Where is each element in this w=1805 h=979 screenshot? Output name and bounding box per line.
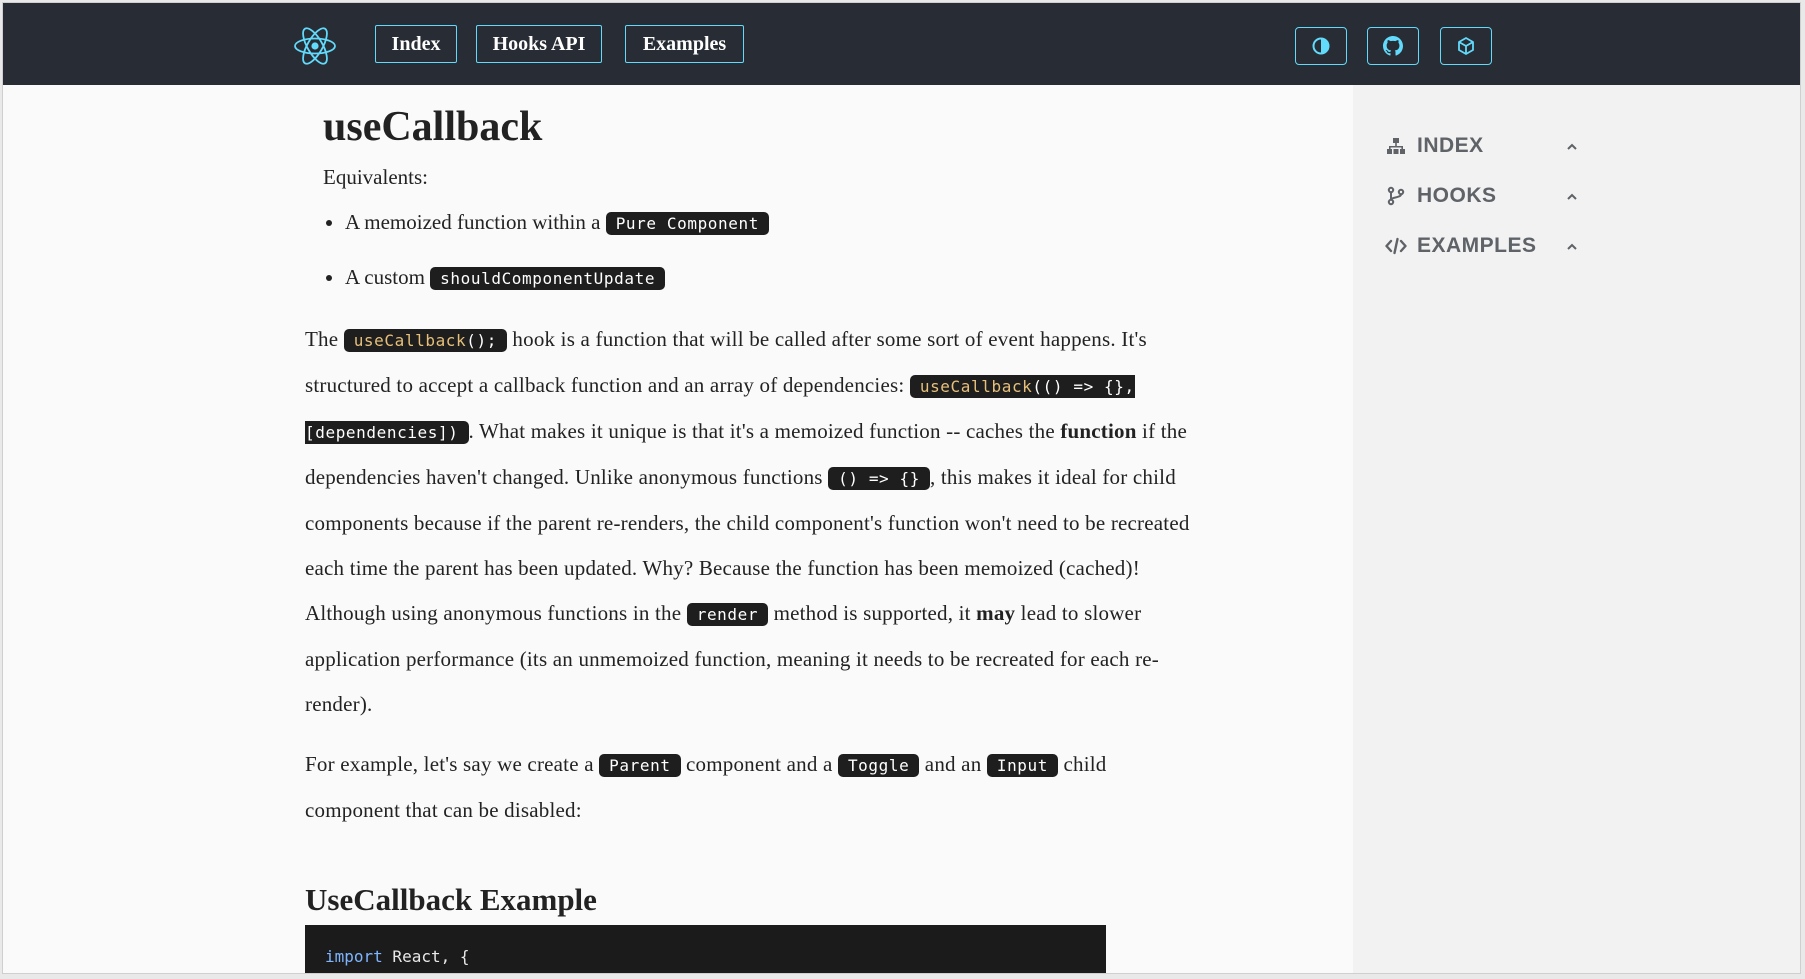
theme-toggle-icon <box>1312 37 1330 55</box>
inline-code: Input <box>986 754 1059 777</box>
react-logo-icon[interactable] <box>292 23 338 69</box>
inline-code: Parent <box>599 754 681 777</box>
example-paragraph: For example, let's say we create a Paren… <box>305 752 1107 822</box>
inline-code: render <box>686 603 769 626</box>
inline-code: useCallback(); <box>343 329 507 352</box>
top-navbar: Index Hooks API Examples <box>3 3 1800 85</box>
intro-paragraph: The useCallback(); hook is a function th… <box>305 327 1190 716</box>
github-icon <box>1383 36 1403 56</box>
code-branch-icon <box>1385 185 1407 207</box>
sidebar-item-examples[interactable]: EXAMPLES <box>1385 231 1585 261</box>
chevron-up-icon[interactable] <box>1564 189 1580 205</box>
sidebar-item-label: INDEX <box>1417 134 1484 157</box>
equivalents-list: A memoized function within a Pure Compon… <box>323 205 769 315</box>
list-item: A memoized function within a Pure Compon… <box>345 205 769 260</box>
sidebar-item-label: HOOKS <box>1417 184 1497 207</box>
sidebar-item-label: EXAMPLES <box>1417 234 1537 257</box>
package-button[interactable] <box>1440 27 1492 65</box>
inline-code: () => {} <box>828 467 930 490</box>
sitemap-icon <box>1385 135 1407 157</box>
package-icon <box>1458 37 1474 55</box>
chevron-up-icon[interactable] <box>1564 239 1580 255</box>
example-heading: UseCallback Example <box>305 882 597 917</box>
nav-index-button[interactable]: Index <box>375 25 457 63</box>
list-item-text: A memoized function within a <box>345 210 601 234</box>
code-icon <box>1385 235 1407 257</box>
nav-hooks-api-button[interactable]: Hooks API <box>476 25 602 63</box>
inline-code: Pure Component <box>605 212 769 235</box>
github-button[interactable] <box>1367 27 1419 65</box>
sidebar-item-hooks[interactable]: HOOKS <box>1385 181 1585 211</box>
browser-viewport: Index Hooks API Examples useCallback Equ… <box>2 2 1801 974</box>
article-content: useCallback Equivalents: A memoized func… <box>3 85 1353 973</box>
page-title: useCallback <box>323 104 543 150</box>
sidebar-item-index[interactable]: INDEX <box>1385 131 1585 161</box>
list-item: A custom shouldComponentUpdate <box>345 260 769 315</box>
nav-examples-button[interactable]: Examples <box>625 25 744 63</box>
chevron-up-icon[interactable] <box>1564 139 1580 155</box>
sidebar: INDEX HOOKS EXAMPLES <box>1353 85 1800 973</box>
code-block: import React, { <box>305 925 1106 973</box>
list-item-text: A custom <box>345 265 425 289</box>
inline-code: shouldComponentUpdate <box>430 267 666 290</box>
theme-toggle-button[interactable] <box>1295 27 1347 65</box>
equivalents-label: Equivalents: <box>323 165 428 189</box>
inline-code: Toggle <box>837 754 920 777</box>
